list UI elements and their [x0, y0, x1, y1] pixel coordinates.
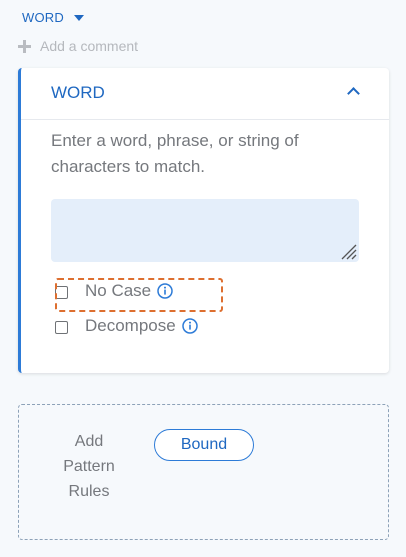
word-type-dropdown-label: WORD	[22, 10, 64, 25]
add-pattern-rules-label: Add Pattern Rules	[63, 433, 115, 500]
bound-button[interactable]: Bound	[154, 429, 254, 461]
add-comment-link[interactable]: Add a comment	[18, 38, 138, 54]
caret-down-icon	[73, 15, 84, 21]
option-no-case[interactable]: No Case	[55, 281, 173, 301]
no-case-label: No Case	[85, 281, 152, 300]
add-comment-label: Add a comment	[40, 38, 139, 54]
option-decompose[interactable]: Decompose	[55, 316, 198, 336]
plus-icon	[18, 39, 31, 53]
info-icon[interactable]	[181, 318, 198, 334]
word-text-input[interactable]	[51, 199, 359, 262]
pattern-rules-dropzone[interactable]: Add Pattern Rules Bound	[18, 404, 389, 540]
decompose-label: Decompose	[85, 316, 176, 335]
chevron-up-icon[interactable]	[347, 87, 360, 100]
word-type-dropdown[interactable]: WORD	[22, 10, 84, 25]
decompose-checkbox[interactable]	[55, 320, 68, 334]
word-card-description: Enter a word, phrase, or string of chara…	[51, 131, 299, 176]
word-card: WORD Enter a word, phrase, or string of …	[18, 68, 389, 373]
word-card-title: WORD	[51, 83, 105, 102]
no-case-checkbox[interactable]	[55, 285, 68, 299]
info-icon[interactable]	[157, 283, 173, 299]
word-card-header[interactable]: WORD	[21, 68, 389, 120]
resize-handle-icon[interactable]	[339, 242, 357, 260]
